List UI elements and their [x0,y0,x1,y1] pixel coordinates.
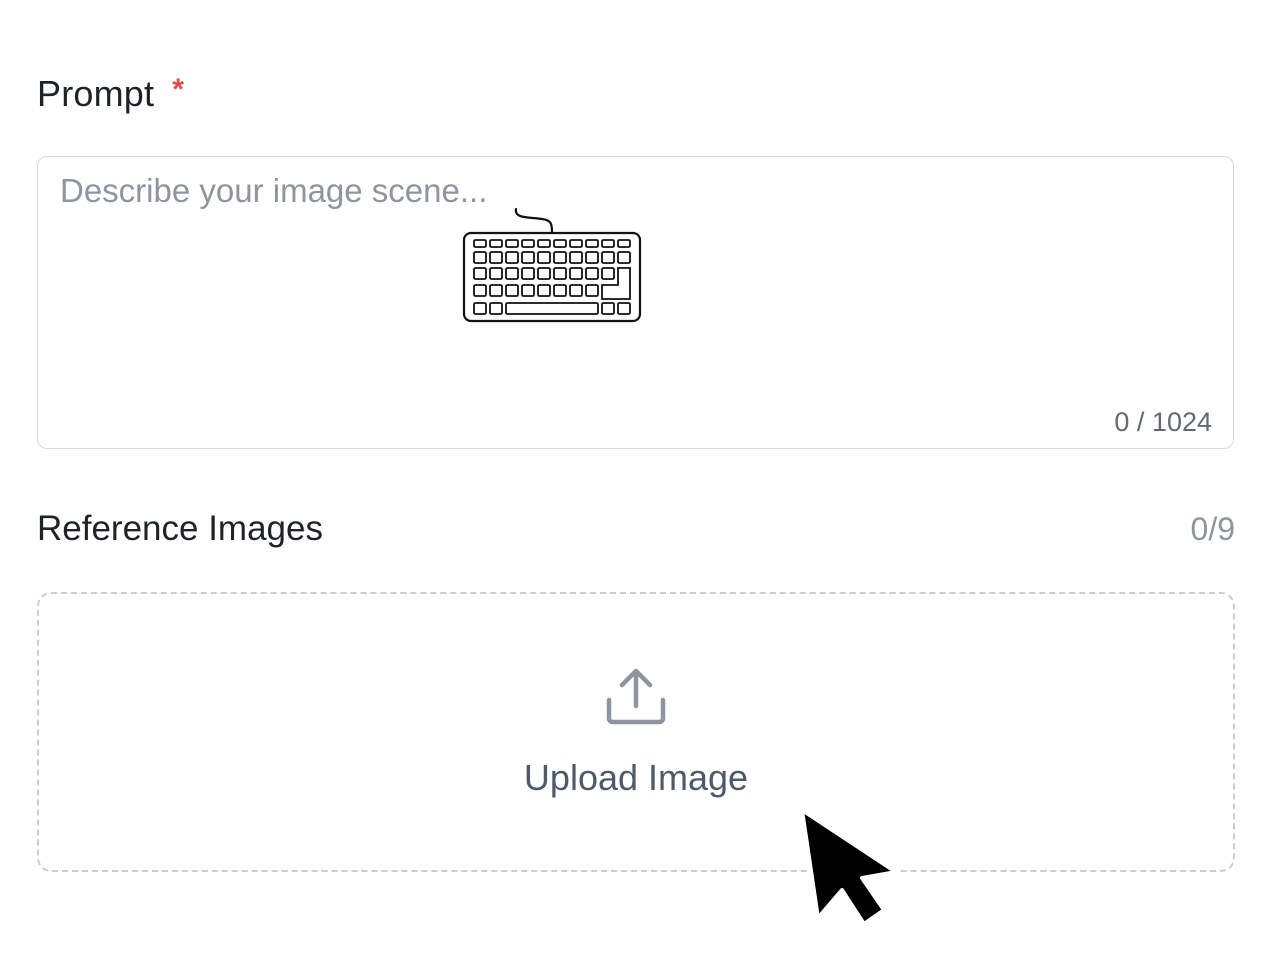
upload-image-label: Upload Image [523,757,749,798]
upload-image-dropzone[interactable]: Upload Image [37,592,1235,872]
required-marker: * [172,73,184,106]
reference-images-count: 0/9 [1190,511,1235,547]
keyboard-icon [462,207,642,323]
prompt-field[interactable]: 0 / 1024 [37,156,1234,449]
form-page: Prompt * Describe your image scene... 0 … [0,0,1280,960]
reference-images-header: Reference Images 0/9 [37,505,1235,555]
prompt-label: Prompt [37,73,155,114]
character-counter: 0 / 1024 [1114,407,1212,437]
upload-icon [606,668,666,725]
prompt-label-row: Prompt * [37,70,184,118]
reference-images-label: Reference Images [37,509,323,548]
